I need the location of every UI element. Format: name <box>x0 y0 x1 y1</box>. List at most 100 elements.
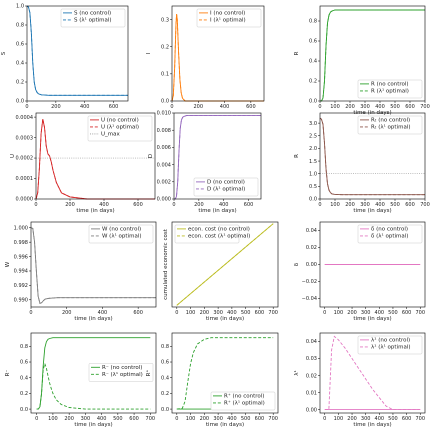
x-tick-label: 600 <box>402 416 412 422</box>
y-tick-label: 0.2 <box>16 80 24 86</box>
x-tick-label: 0 <box>318 104 321 110</box>
y-tick-label: 0.4 <box>309 59 317 65</box>
legend-label: U (no control) <box>101 118 139 124</box>
subplot-R: 0 100 200 300 400 500 600 7000.00.20.40.60.8tim… <box>294 5 430 116</box>
x-tick-label: 700 <box>268 310 278 316</box>
legend: R (no control)R (λ¹ optimal) <box>357 79 423 99</box>
y-tick-label: 0.2 <box>20 391 28 397</box>
x-tick-label: 0 <box>25 104 28 110</box>
x-tick-label: 600 <box>402 310 412 316</box>
x-tick-label: 600 <box>255 310 265 316</box>
legend-label: R⁻ (no control) <box>102 365 142 371</box>
y-axis-label: λ¹ <box>293 370 300 375</box>
subplot-W: 0 200 400 6000.9900.9920.9940.9960.9981.000… <box>5 221 157 322</box>
y-tick-label: 0.00 <box>306 262 317 268</box>
legend-label: R⁻ (λ¹ optimal) <box>102 371 143 378</box>
x-tick-label: 200 <box>194 104 204 110</box>
legend-label: W (no control) <box>102 227 141 233</box>
x-tick-label: 200 <box>64 416 74 422</box>
y-tick-label: 0.8 <box>20 344 28 350</box>
x-axis-label: time (in days) <box>74 316 112 322</box>
y-tick-label: 0.8 <box>16 23 24 29</box>
legend-label: I (λ¹ optimal) <box>210 17 246 24</box>
x-tick-label: 700 <box>415 310 425 316</box>
y-tick-label: 0.1 <box>161 72 169 78</box>
x-tick-label: 600 <box>405 104 415 110</box>
subplot-U: 0 200 400 6000.00000.00010.00020.00030.0004… <box>10 112 156 214</box>
x-axis-label: time (in days) <box>353 316 391 322</box>
x-tick-label: 600 <box>129 416 139 422</box>
x-tick-label: 0 <box>34 202 37 208</box>
x-tick-label: 500 <box>390 104 400 110</box>
y-tick-label: 1.0 <box>309 171 317 177</box>
y-tick-label: 0.0004 <box>16 115 34 121</box>
x-tick-label: 700 <box>420 202 430 208</box>
legend: W (no control)W (λ¹ optimal) <box>88 224 154 244</box>
legend: U (no control)U (λ¹ optimal)U_max <box>87 115 153 142</box>
legend-label: Rₜ (λ¹ optimal) <box>371 124 411 131</box>
x-axis-label: time (in days) <box>206 422 244 428</box>
x-tick-label: 600 <box>109 104 119 110</box>
x-tick-label: 600 <box>244 202 254 208</box>
y-axis-label: D <box>148 154 154 158</box>
legend-label: δ (no control) <box>371 227 408 233</box>
subplot-lambda: 0 100 200 300 400 500 600 7000.000.010.020.030.… <box>293 332 426 428</box>
y-axis-label: cumulated economic cost <box>163 228 169 300</box>
y-tick-label: 0.0 <box>161 99 169 105</box>
legend: Rₜ (no control)Rₜ (λ¹ optimal) <box>357 115 423 135</box>
x-tick-label: 0 <box>172 202 175 208</box>
y-tick-label: 2.5 <box>309 133 317 139</box>
legend: λ¹ (no control)λ¹ (λ¹ optimal) <box>357 335 423 355</box>
y-tick-label: 0.0 <box>161 407 169 413</box>
y-tick-label: 0.00 <box>306 407 317 413</box>
legend-label: W (λ¹ optimal) <box>102 233 141 240</box>
subplot-I: 0 200 400 600 0.0 0.1 0.2 0.3 I I (no control)I (… <box>146 5 265 110</box>
y-tick-label: 0.4 <box>20 375 28 381</box>
y-tick-label: 2.0 <box>309 146 317 152</box>
y-tick-label: 0.990 <box>14 297 28 303</box>
x-axis-label: time (in days) <box>353 422 391 428</box>
x-tick-label: 0 <box>175 310 178 316</box>
y-axis-label: S <box>1 51 7 55</box>
y-axis-label: U <box>10 154 16 158</box>
y-tick-label: 0.994 <box>14 269 28 275</box>
y-tick-label: 3.0 <box>309 121 317 127</box>
y-tick-label: 0.02 <box>306 245 317 251</box>
y-tick-label: 0.2 <box>161 391 169 397</box>
y-tick-label: 0.008 <box>157 128 171 134</box>
y-tick-label: 0.0002 <box>16 156 34 162</box>
x-tick-label: 100 <box>334 310 344 316</box>
x-tick-label: 600 <box>246 104 256 110</box>
x-tick-label: 200 <box>65 202 75 208</box>
y-tick-label: 0.998 <box>14 240 28 246</box>
x-tick-label: 100 <box>186 416 196 422</box>
subplot-delta: 0 100 200 300 400 500 600 700−0.04−0.020.000.02… <box>294 221 426 322</box>
y-tick-label: 0.03 <box>306 356 317 362</box>
legend-label: S (no control) <box>74 11 111 17</box>
legend: D (no control)D (λ¹ optimal) <box>193 177 259 197</box>
x-tick-label: 0 <box>35 416 38 422</box>
y-tick-label: 0.000 <box>157 197 171 203</box>
y-tick-label: 1.5 <box>309 159 317 165</box>
figure-grid: 0 200 400 600 0.0 0.2 0.4 0.6 0.8 1.0 S S (no contr… <box>1 4 430 428</box>
subplot-Rplus: 0 100 200 300 400 500 600 7000.00.20.40.60.8tim… <box>145 332 279 428</box>
y-tick-label: 0.4 <box>161 375 169 381</box>
y-axis-label: W <box>5 261 11 267</box>
x-tick-label: 600 <box>133 202 143 208</box>
x-tick-label: 100 <box>186 310 196 316</box>
x-tick-label: 0 <box>323 416 326 422</box>
y-tick-label: 0.996 <box>14 254 28 260</box>
y-tick-label: 0.992 <box>14 283 28 289</box>
x-tick-label: 600 <box>133 310 143 316</box>
legend-label: econ. cost (no control) <box>188 227 250 233</box>
x-tick-label: 600 <box>405 202 415 208</box>
legend: R⁺ (no control)R⁺ (λ¹ optimal) <box>210 391 276 411</box>
y-tick-label: 0.0001 <box>16 176 34 182</box>
x-tick-label: 200 <box>51 104 61 110</box>
legend-label: λ¹ (λ¹ optimal) <box>371 344 411 351</box>
subplot-Rminus: 0 100 200 300 400 500 600 7000.00.20.40.60.8tim… <box>5 332 157 428</box>
legend-label: D (λ¹ optimal) <box>207 186 245 193</box>
y-tick-label: 0.006 <box>157 145 171 151</box>
x-tick-label: 700 <box>420 104 430 110</box>
y-axis-label: I <box>146 52 152 54</box>
